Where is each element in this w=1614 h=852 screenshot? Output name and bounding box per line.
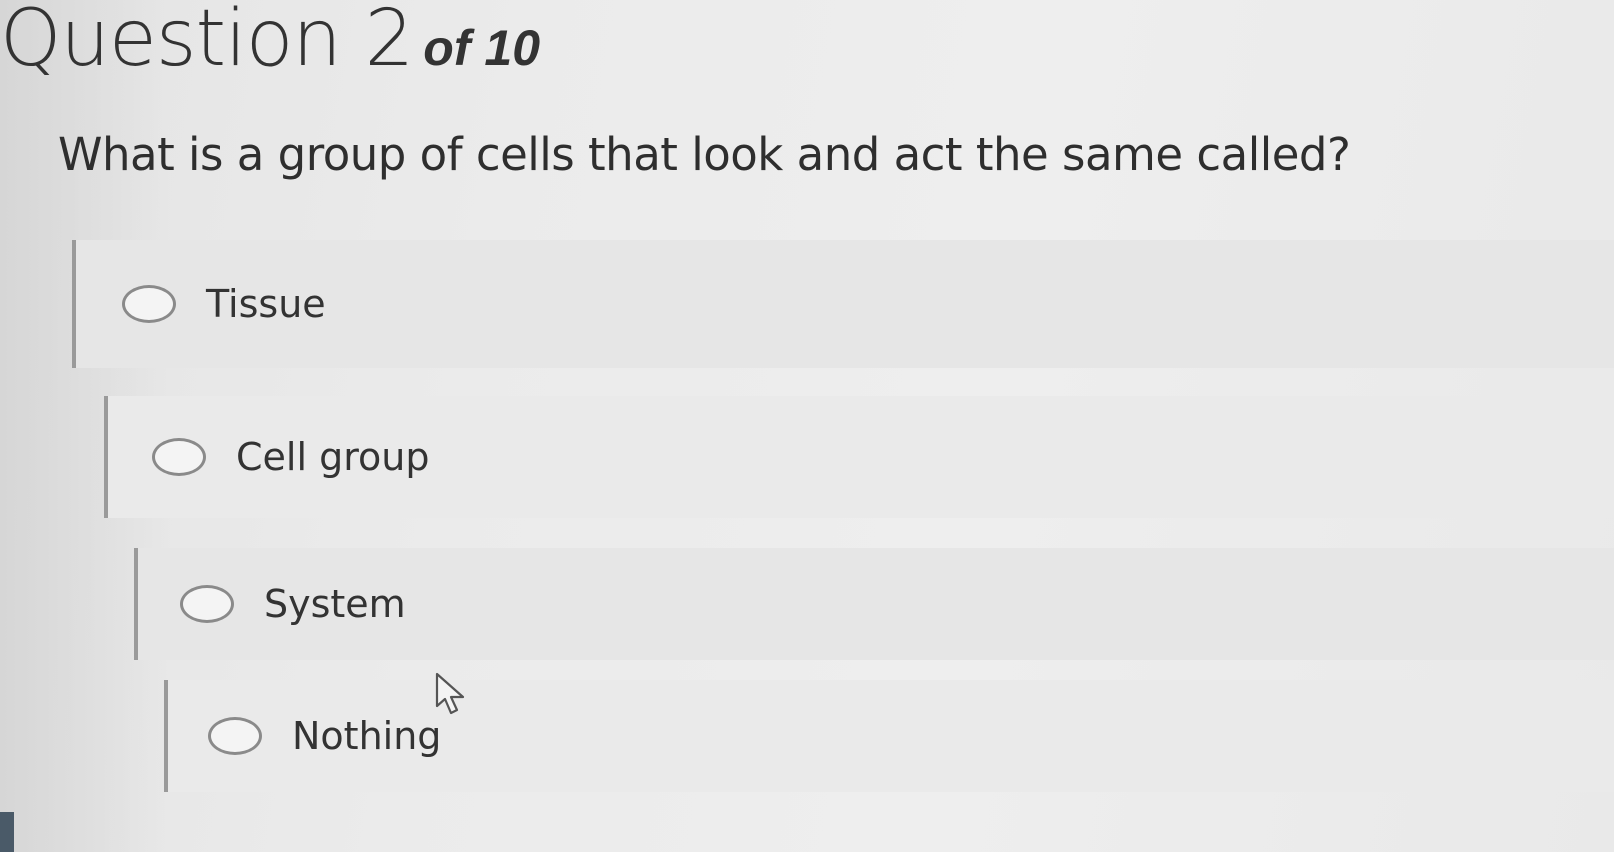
question-header: Question 2 of 10	[0, 0, 540, 84]
answer-label: System	[264, 582, 406, 626]
corner-accent	[0, 812, 14, 852]
question-number: Question 2	[0, 0, 414, 84]
question-prompt: What is a group of cells that look and a…	[58, 128, 1351, 181]
answer-label: Cell group	[236, 435, 430, 479]
answer-option-nothing[interactable]: Nothing	[164, 680, 1614, 792]
question-total: of 10	[423, 20, 540, 76]
answer-label: Nothing	[292, 714, 442, 758]
answer-label: Tissue	[206, 282, 326, 326]
answer-option-tissue[interactable]: Tissue	[72, 240, 1614, 368]
radio-circle-icon[interactable]	[180, 585, 234, 623]
radio-circle-icon[interactable]	[208, 717, 262, 755]
answer-option-system[interactable]: System	[134, 548, 1614, 660]
radio-circle-icon[interactable]	[122, 285, 176, 323]
answer-option-cell-group[interactable]: Cell group	[104, 396, 1614, 518]
mouse-pointer-icon	[435, 672, 465, 715]
radio-circle-icon[interactable]	[152, 438, 206, 476]
